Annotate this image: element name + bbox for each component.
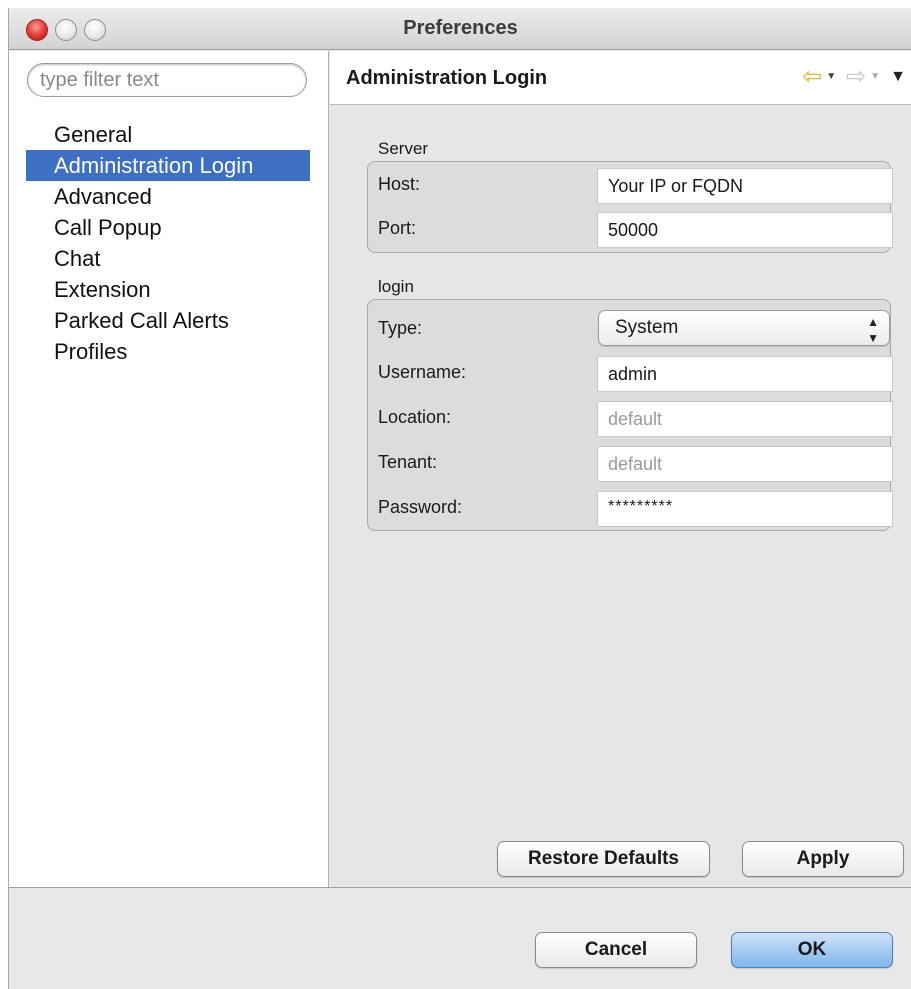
location-label: Location: xyxy=(378,407,452,427)
page-header: Administration Login ⇦ ▼ ⇨ ▼ ▼ xyxy=(330,51,911,105)
title-bar: Preferences xyxy=(9,8,911,50)
server-group-label: Server xyxy=(378,139,429,158)
location-row: Location: default xyxy=(368,399,893,439)
port-row: Port: 50000 xyxy=(368,210,893,250)
apply-button[interactable]: Apply xyxy=(742,841,904,877)
preferences-window: Preferences General Administration Login… xyxy=(8,8,911,989)
tenant-row: Tenant: default xyxy=(368,444,893,484)
tree-item-administration-login[interactable]: Administration Login xyxy=(26,150,310,181)
restore-defaults-button[interactable]: Restore Defaults xyxy=(497,841,710,877)
filter-input[interactable] xyxy=(27,63,307,97)
password-label: Password: xyxy=(378,497,463,517)
preference-tree: General Administration Login Advanced Ca… xyxy=(26,119,310,367)
tree-item-parked-call-alerts[interactable]: Parked Call Alerts xyxy=(26,305,310,336)
host-label: Host: xyxy=(378,174,421,194)
username-row: Username: admin xyxy=(368,354,893,394)
port-label: Port: xyxy=(378,218,417,238)
username-label: Username: xyxy=(378,362,467,382)
type-select[interactable]: System ▲ ▼ xyxy=(598,310,890,346)
window-title: Preferences xyxy=(403,17,518,39)
tree-item-profiles[interactable]: Profiles xyxy=(26,336,310,367)
tree-item-general[interactable]: General xyxy=(26,119,310,150)
tenant-label: Tenant: xyxy=(378,452,438,472)
login-group: Type: System ▲ ▼ Username: admin Location… xyxy=(367,299,893,531)
back-arrow-icon[interactable]: ⇦ xyxy=(802,65,822,89)
type-label: Type: xyxy=(378,318,423,338)
tree-item-chat[interactable]: Chat xyxy=(26,243,310,274)
host-row: Host: Your IP or FQDN xyxy=(368,166,893,206)
username-input[interactable]: admin xyxy=(597,356,893,392)
type-row: Type: System ▲ ▼ xyxy=(368,306,890,346)
dialog-button-bar: Cancel OK xyxy=(9,887,911,989)
cancel-button[interactable]: Cancel xyxy=(535,932,697,968)
password-row: Password: ********* xyxy=(368,489,893,529)
host-input[interactable]: Your IP or FQDN xyxy=(597,168,893,204)
forward-history-dropdown-icon[interactable]: ▼ xyxy=(870,67,880,87)
back-history-dropdown-icon[interactable]: ▼ xyxy=(826,67,836,87)
tree-item-advanced[interactable]: Advanced xyxy=(26,181,310,212)
port-input[interactable]: 50000 xyxy=(597,212,893,248)
tree-item-extension[interactable]: Extension xyxy=(26,274,310,305)
ok-button[interactable]: OK xyxy=(731,932,893,968)
type-select-value: System xyxy=(615,317,679,338)
location-input[interactable]: default xyxy=(597,401,893,437)
tree-item-call-popup[interactable]: Call Popup xyxy=(26,212,310,243)
page-title: Administration Login xyxy=(346,67,548,89)
server-group: Host: Your IP or FQDN Port: 50000 xyxy=(367,161,893,253)
history-navigation: ⇦ ▼ ⇨ ▼ ▼ xyxy=(802,65,906,89)
view-menu-icon[interactable]: ▼ xyxy=(890,67,906,87)
tenant-input[interactable]: default xyxy=(597,446,893,482)
select-updown-icon: ▲ ▼ xyxy=(867,315,879,345)
preference-tree-panel: General Administration Login Advanced Ca… xyxy=(9,51,329,887)
login-group-label: login xyxy=(378,277,414,296)
password-input[interactable]: ********* xyxy=(597,491,893,527)
preference-page: Administration Login ⇦ ▼ ⇨ ▼ ▼ Server Ho… xyxy=(330,51,911,887)
forward-arrow-icon[interactable]: ⇨ xyxy=(846,65,866,89)
